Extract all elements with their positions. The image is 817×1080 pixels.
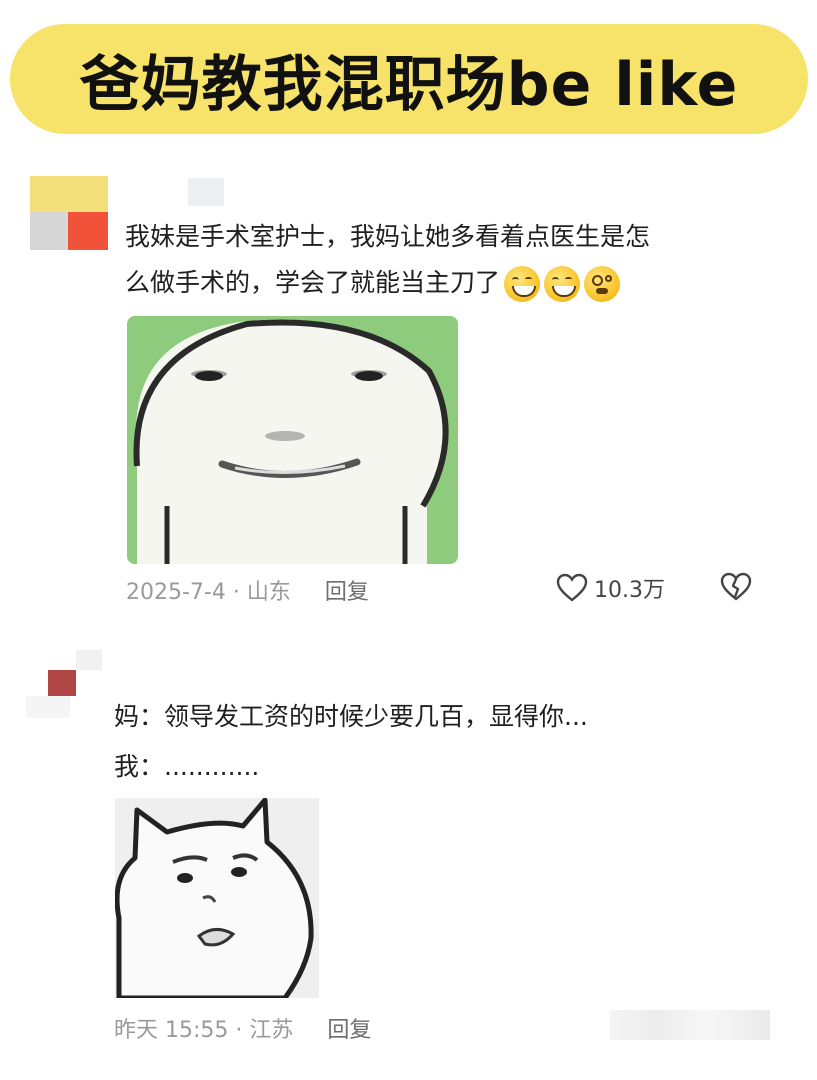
grinning-sweat-emoji	[504, 266, 541, 302]
comment-line: 我：............	[114, 752, 260, 781]
like-button[interactable]: 10.3万	[556, 572, 665, 604]
grumpy-cat-meme	[115, 798, 319, 998]
heart-icon	[556, 573, 588, 602]
timestamp-location: 昨天 15:55 · 江苏	[114, 1018, 294, 1043]
grinning-sweat-emoji	[544, 266, 581, 302]
comment-meta: 2025-7-4 · 山东 回复	[126, 574, 369, 606]
comment-line: 么做手术的，学会了就能当主刀了	[125, 268, 501, 297]
broken-heart-icon	[720, 572, 752, 601]
like-count: 10.3万	[594, 578, 665, 603]
reply-button[interactable]: 回复	[325, 574, 369, 606]
timestamp-location: 2025-7-4 · 山东	[126, 580, 291, 605]
flushed-emoji	[584, 266, 621, 302]
meme-image[interactable]	[127, 316, 458, 564]
meme-image[interactable]	[115, 798, 319, 998]
comment-text: 妈：领导发工资的时候少要几百，显得你... 我：............	[114, 694, 588, 790]
comment-line: 妈：领导发工资的时候少要几百，显得你...	[114, 702, 588, 731]
avatar[interactable]	[30, 176, 110, 250]
smiling-face-meme	[127, 316, 458, 564]
page-title: 爸妈教我混职场be like	[79, 49, 739, 120]
watermark-blur	[610, 1010, 770, 1040]
reply-button[interactable]: 回复	[327, 1012, 371, 1044]
dislike-button[interactable]	[720, 572, 752, 606]
username-blur[interactable]	[188, 178, 224, 206]
avatar[interactable]	[26, 650, 106, 720]
emoji-group	[504, 266, 621, 302]
comment-line: 我妹是手术室护士，我妈让她多看着点医生是怎	[125, 222, 651, 251]
comment-meta: 昨天 15:55 · 江苏 回复	[114, 1012, 371, 1044]
comment-text: 我妹是手术室护士，我妈让她多看着点医生是怎 么做手术的，学会了就能当主刀了	[125, 214, 650, 306]
title-banner: 爸妈教我混职场be like	[10, 24, 808, 134]
